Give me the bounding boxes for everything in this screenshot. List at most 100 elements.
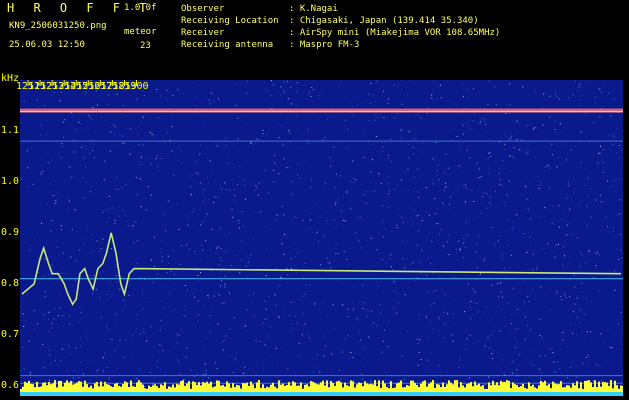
- noise-speck: [398, 292, 400, 294]
- noise-speck: [578, 207, 580, 209]
- noise-speck: [213, 295, 215, 297]
- noise-speck: [529, 218, 531, 220]
- noise-speck: [615, 151, 617, 153]
- noise-speck: [299, 177, 301, 179]
- noise-speck: [619, 105, 621, 107]
- noise-speck: [23, 132, 25, 134]
- noise-speck: [82, 308, 84, 310]
- noise-speck: [487, 131, 489, 133]
- noise-speck: [558, 205, 560, 207]
- noise-speck: [358, 331, 360, 333]
- noise-speck: [185, 356, 187, 358]
- noise-speck: [242, 115, 244, 116]
- noise-speck: [86, 106, 88, 108]
- baseline-bar-segment: [442, 382, 444, 392]
- noise-speck: [302, 313, 303, 315]
- noise-speck: [393, 280, 395, 282]
- noise-speck: [599, 144, 601, 146]
- noise-speck: [263, 341, 265, 343]
- baseline-bar-segment: [454, 380, 456, 392]
- noise-speck: [141, 90, 143, 92]
- noise-speck: [446, 168, 447, 170]
- noise-speck: [401, 103, 403, 105]
- noise-speck: [115, 313, 117, 315]
- noise-speck: [541, 337, 543, 338]
- noise-speck: [407, 318, 409, 320]
- noise-speck: [217, 323, 219, 325]
- noise-speck: [178, 228, 180, 230]
- noise-speck: [515, 380, 517, 381]
- noise-speck: [520, 148, 522, 150]
- noise-speck: [347, 264, 348, 266]
- noise-speck: [207, 183, 209, 184]
- noise-speck: [216, 247, 218, 249]
- noise-speck: [271, 95, 273, 96]
- noise-speck: [103, 271, 105, 273]
- noise-speck: [530, 240, 532, 242]
- noise-speck: [617, 187, 619, 189]
- noise-speck: [416, 114, 417, 116]
- noise-speck: [218, 135, 220, 137]
- baseline-bar-segment: [70, 381, 72, 392]
- noise-speck: [129, 128, 131, 130]
- noise-speck: [46, 134, 47, 136]
- noise-speck: [578, 210, 580, 212]
- noise-speck: [521, 139, 523, 141]
- noise-speck: [370, 102, 372, 104]
- noise-speck: [265, 88, 267, 90]
- noise-speck: [227, 162, 229, 164]
- noise-speck: [244, 325, 246, 327]
- noise-speck: [431, 97, 433, 99]
- noise-speck: [388, 183, 390, 185]
- noise-speck: [603, 149, 605, 151]
- noise-speck: [245, 253, 247, 255]
- noise-speck: [122, 378, 124, 380]
- noise-speck: [492, 349, 494, 351]
- noise-speck: [28, 340, 30, 342]
- noise-speck: [289, 167, 291, 169]
- noise-speck: [394, 281, 396, 283]
- noise-speck: [544, 206, 546, 208]
- noise-speck: [90, 186, 92, 188]
- noise-speck: [71, 229, 73, 231]
- noise-speck: [427, 292, 429, 294]
- noise-speck: [579, 263, 581, 265]
- noise-speck: [387, 158, 389, 159]
- baseline-bar-segment: [384, 383, 386, 392]
- noise-speck: [543, 107, 544, 109]
- noise-speck: [511, 372, 513, 374]
- baseline-bar-segment: [120, 386, 122, 392]
- noise-speck: [168, 306, 170, 308]
- noise-speck: [528, 123, 530, 125]
- baseline-bar-segment: [80, 381, 82, 392]
- noise-speck: [145, 209, 147, 211]
- baseline-bar-segment: [586, 380, 588, 392]
- noise-speck: [612, 376, 614, 378]
- noise-speck: [436, 99, 438, 101]
- noise-speck: [180, 150, 182, 152]
- noise-speck: [275, 214, 277, 216]
- noise-speck: [373, 190, 375, 192]
- noise-speck: [60, 87, 62, 89]
- baseline-bar-segment: [574, 385, 576, 392]
- noise-speck: [34, 113, 36, 115]
- baseline-bar-segment: [240, 388, 242, 392]
- noise-speck: [348, 357, 350, 359]
- noise-speck: [96, 104, 98, 106]
- noise-speck: [547, 243, 549, 245]
- noise-speck: [344, 378, 346, 379]
- noise-speck: [71, 81, 73, 83]
- noise-speck: [26, 249, 28, 251]
- noise-speck: [516, 89, 518, 91]
- noise-speck: [142, 331, 144, 333]
- baseline-bar-segment: [66, 380, 68, 392]
- noise-speck: [255, 276, 256, 278]
- baseline-bar-segment: [40, 386, 42, 392]
- noise-speck: [179, 264, 181, 265]
- noise-speck: [555, 94, 557, 96]
- noise-speck: [419, 176, 421, 178]
- baseline-bar-segment: [276, 388, 278, 392]
- noise-speck: [371, 226, 372, 228]
- noise-speck: [61, 348, 63, 350]
- noise-speck: [22, 163, 24, 165]
